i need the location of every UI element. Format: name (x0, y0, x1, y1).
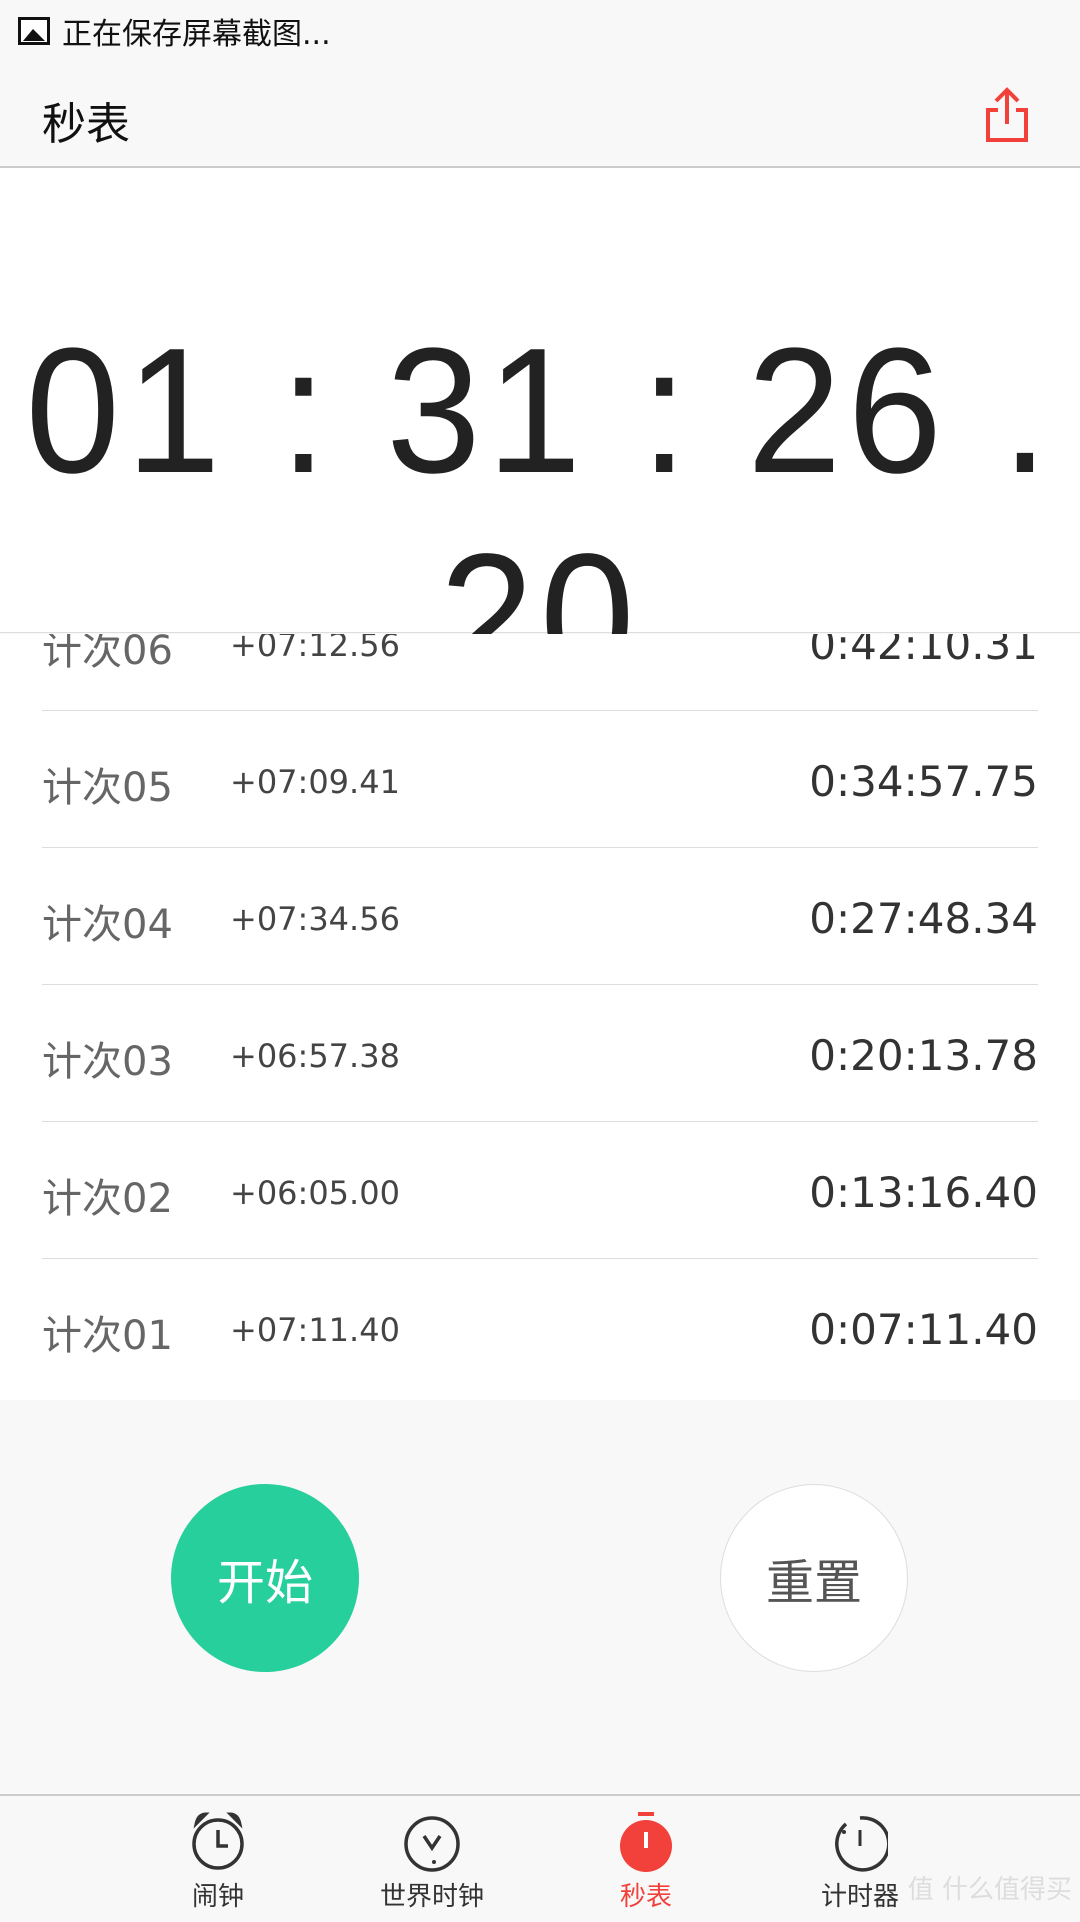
watermark: 值 什么值得买 (907, 1875, 1072, 1905)
lap-split: +07:11.40 (230, 1311, 400, 1349)
lap-total: 0:27:48.34 (809, 894, 1038, 943)
tab-stopwatch[interactable]: 秒表 (576, 1796, 716, 1922)
reset-button[interactable]: 重置 (720, 1484, 908, 1672)
timer-display-area: 01 : 31 : 26 . 20 (0, 168, 1080, 717)
world-clock-icon (404, 1816, 460, 1872)
lap-total: 0:07:11.40 (809, 1305, 1038, 1354)
image-icon (18, 17, 50, 45)
tab-world-clock[interactable]: 世界时钟 (362, 1796, 502, 1922)
tab-alarm[interactable]: 闹钟 (148, 1796, 288, 1922)
lap-split: +06:57.38 (230, 1037, 400, 1075)
lap-row: 计次06 +07:12.56 0:42:10.31 (42, 634, 1038, 711)
lap-split: +06:05.00 (230, 1174, 400, 1212)
lap-total: 0:13:16.40 (809, 1168, 1038, 1217)
lap-name: 计次01 (42, 1313, 173, 1359)
tab-label: 秒表 (619, 1882, 672, 1912)
lap-split: +07:34.56 (230, 900, 400, 938)
lap-row: 计次04 +07:34.56 0:27:48.34 (42, 848, 1038, 985)
lap-name: 计次04 (42, 902, 173, 948)
lap-name: 计次06 (42, 634, 173, 674)
start-button[interactable]: 开始 (171, 1484, 359, 1672)
page-title: 秒表 (42, 99, 130, 150)
stopwatch-icon (620, 1812, 672, 1872)
lap-row: 计次05 +07:09.41 0:34:57.75 (42, 711, 1038, 848)
header: 秒表 (0, 62, 1080, 168)
notification-text: 正在保存屏幕截图... (62, 17, 331, 52)
lap-name: 计次03 (42, 1039, 173, 1085)
tab-bar: 闹钟 世界时钟 秒表 计时器 值 什么值得买 (0, 1794, 1080, 1920)
tab-label: 世界时钟 (379, 1882, 484, 1912)
lap-total: 0:20:13.78 (809, 1031, 1038, 1080)
lap-name: 计次05 (42, 765, 173, 811)
tab-label: 闹钟 (191, 1882, 244, 1912)
lap-name: 计次02 (42, 1176, 173, 1222)
lap-total: 0:42:10.31 (809, 634, 1038, 669)
lap-row: 计次01 +07:11.40 0:07:11.40 (42, 1259, 1038, 1396)
lap-split: +07:09.41 (230, 763, 400, 801)
lap-row: 计次02 +06:05.00 0:13:16.40 (42, 1122, 1038, 1259)
timer-icon (835, 1816, 888, 1872)
lap-total: 0:34:57.75 (809, 757, 1038, 806)
alarm-clock-icon (192, 1812, 244, 1870)
lap-list[interactable]: 计次06 +07:12.56 0:42:10.31 计次05 +07:09.41 0:3… (0, 634, 1080, 1400)
lap-split: +07:12.56 (230, 634, 400, 664)
share-icon[interactable] (984, 86, 1030, 144)
lap-row: 计次03 +06:57.38 0:20:13.78 (42, 985, 1038, 1122)
status-bar: 正在保存屏幕截图... (0, 0, 1080, 62)
